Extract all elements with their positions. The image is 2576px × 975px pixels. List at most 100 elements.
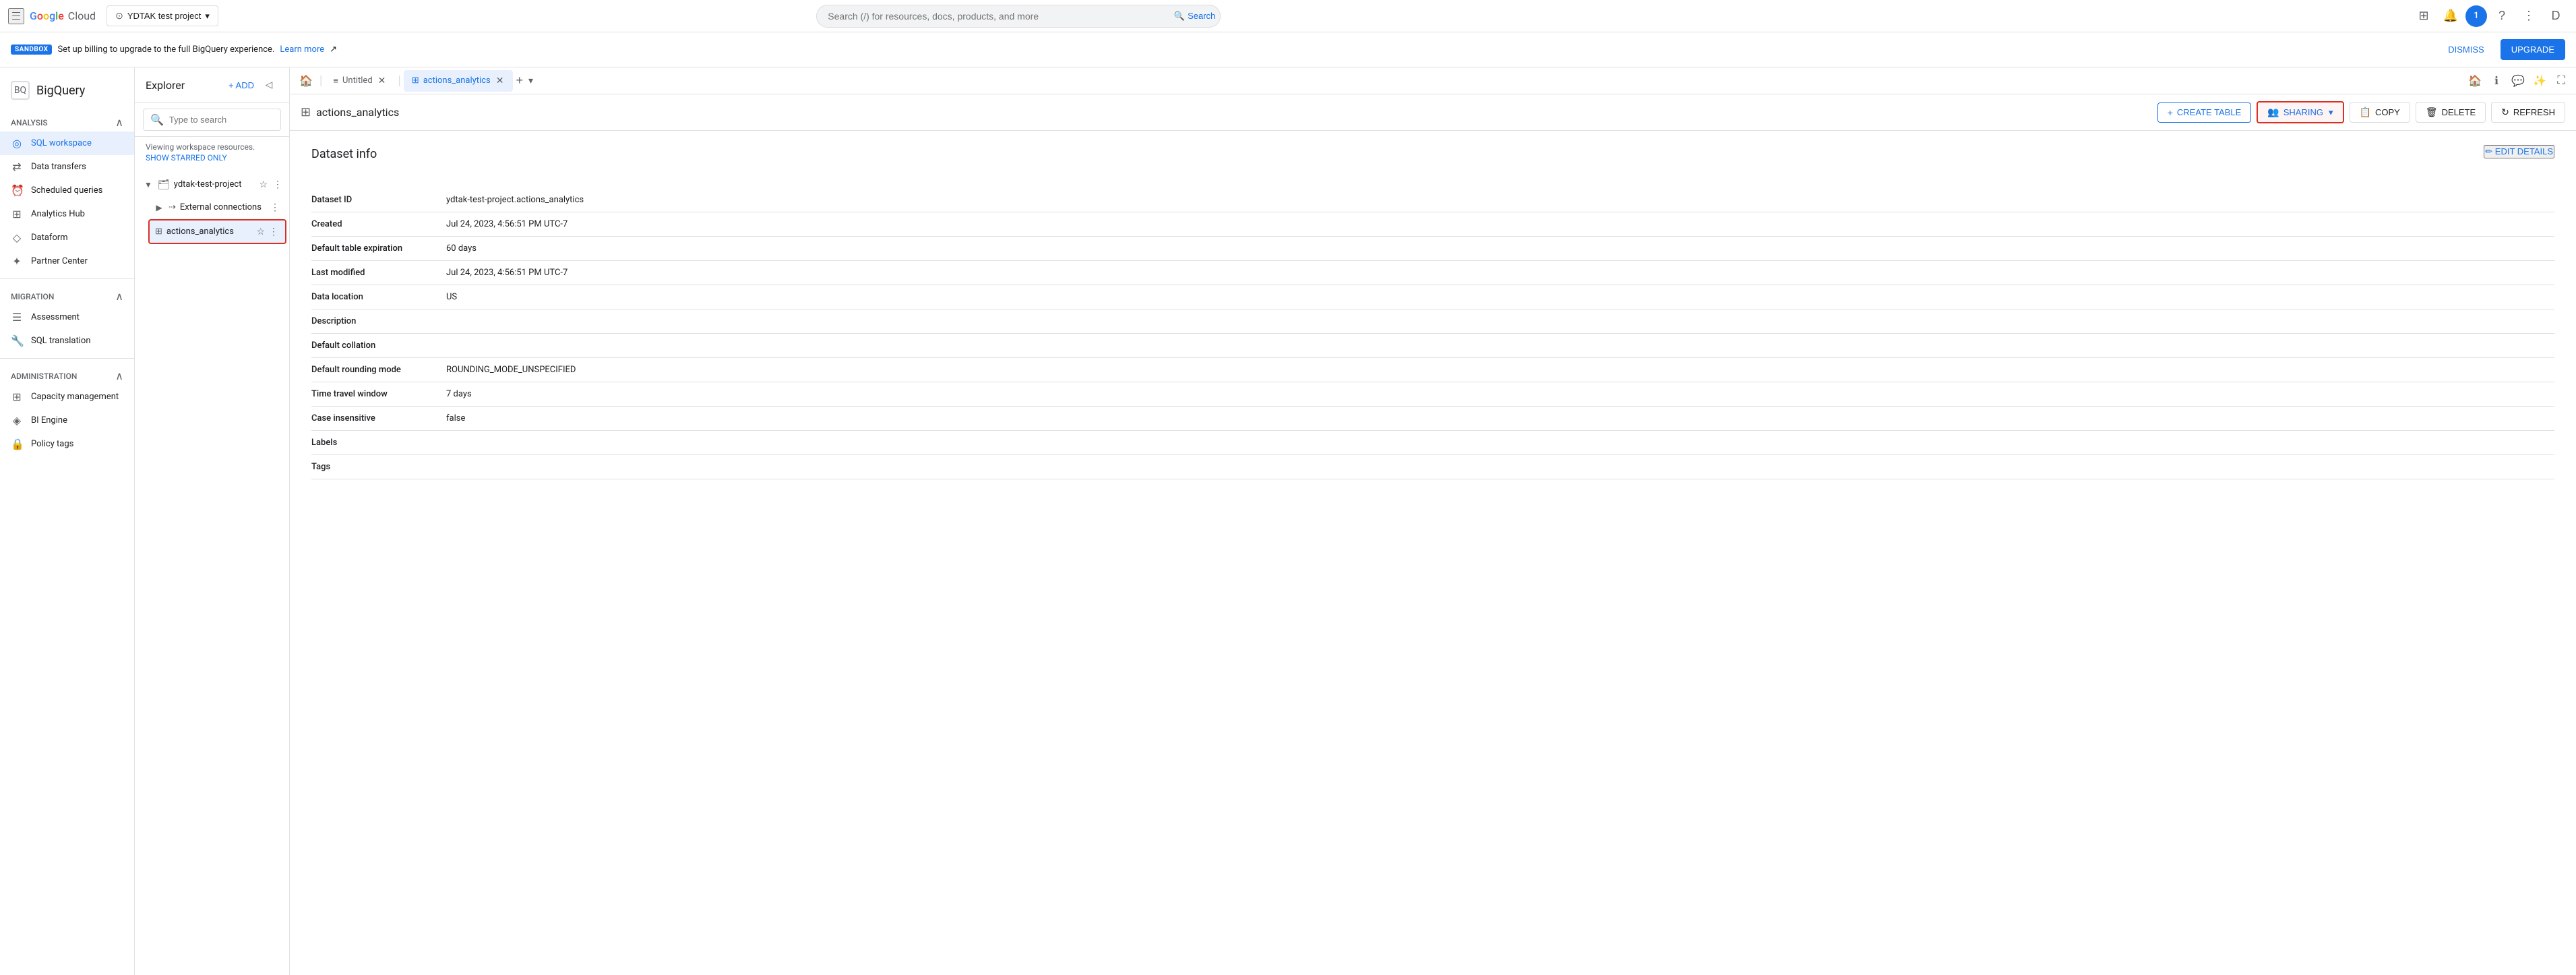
tree-item-external-connections[interactable]: ▶ ⇢ External connections ⋮ [148,196,286,218]
info-field-value [446,455,2554,479]
sidebar-item-analytics-hub[interactable]: ⊞ Analytics Hub [0,202,134,226]
migration-section-header[interactable]: Migration ∧ [0,285,134,305]
tab-home[interactable]: 🏠 [295,70,317,92]
info-field-value: ydtak-test-project.actions_analytics [446,188,2554,212]
bi-engine-icon: ◈ [11,414,23,427]
capacity-management-icon: ⊞ [11,390,23,403]
partner-center-icon: ✦ [11,255,23,268]
refresh-button[interactable]: ↻ REFRESH [2491,102,2565,123]
show-starred-link[interactable]: SHOW STARRED ONLY [146,153,278,162]
dismiss-button[interactable]: DISMISS [2440,40,2492,59]
tab-untitled[interactable]: ≡ Untitled ✕ [325,70,395,92]
sidebar-item-policy-tags[interactable]: 🔒 Policy tags [0,432,134,456]
project-selector[interactable]: ⊙ YDTAK test project ▾ [106,5,218,26]
tree-project-header[interactable]: ▼ 🗂 ydtak-test-project ☆ ⋮ [135,173,289,196]
info-table-row: Case insensitive false [311,407,2554,431]
tab-chat-button[interactable]: 💬 [2509,71,2527,90]
info-field-value [446,334,2554,358]
sidebar-item-partner-center[interactable]: ✦ Partner Center [0,249,134,273]
edit-details-button[interactable]: ✏ EDIT DETAILS [2484,145,2554,158]
dataset-view: ⊞ actions_analytics + CREATE TABLE 👥 SHA… [290,94,2576,975]
sql-translation-icon: 🔧 [11,334,23,347]
sidebar-item-scheduled-queries[interactable]: ⏰ Scheduled queries [0,179,134,202]
sidebar-item-label: SQL translation [31,336,91,346]
tab-info-button[interactable]: ℹ [2487,71,2506,90]
info-table-row: Dataset ID ydtak-test-project.actions_an… [311,188,2554,212]
copy-button[interactable]: 📋 COPY [2350,102,2410,123]
collapse-panel-button[interactable]: ◁ [259,76,278,94]
sharing-button[interactable]: 👥 SHARING ▾ [2257,101,2343,123]
settings-icon[interactable]: D [2544,4,2568,28]
info-field-label: Time travel window [311,382,446,407]
hamburger-menu[interactable] [8,8,24,24]
sidebar-divider-1 [0,278,134,279]
topbar: Google Cloud ⊙ YDTAK test project ▾ 🔍 Se… [0,0,2576,32]
sidebar-item-capacity-management[interactable]: ⊞ Capacity management [0,385,134,409]
info-field-value [446,309,2554,334]
search-button[interactable]: 🔍 Search [1174,11,1215,22]
tab-pin-button[interactable]: 🏠 [2465,71,2484,90]
learn-more-link[interactable]: Learn more [280,45,324,55]
analysis-section-header[interactable]: Analysis ∧ [0,111,134,131]
info-table-row: Default collation [311,334,2554,358]
sidebar-item-dataform[interactable]: ◇ Dataform [0,226,134,249]
tab-dataset-close[interactable]: ✕ [495,74,505,88]
project-name: YDTAK test project [127,11,202,21]
tab-actions-analytics[interactable]: ⊞ actions_analytics ✕ [404,70,514,92]
dataset-info-table: Dataset ID ydtak-test-project.actions_an… [311,188,2554,479]
tree-item-actions: ⋮ [269,200,281,214]
info-table-row: Data location US [311,285,2554,309]
help-icon[interactable]: ? [2490,4,2514,28]
tree-more-button[interactable]: ⋮ [272,177,284,191]
administration-section-header[interactable]: Administration ∧ [0,364,134,385]
sidebar-item-bi-engine[interactable]: ◈ BI Engine [0,409,134,432]
sandbox-actions: DISMISS UPGRADE [2440,39,2565,60]
tab-more-button[interactable]: ▾ [526,72,536,89]
tab-bar: 🏠 | ≡ Untitled ✕ | ⊞ actions_analytics ✕ [290,67,2576,94]
delete-button[interactable]: 🗑 DELETE [2416,102,2486,123]
explorer-search-input-wrapper: 🔍 ? [143,109,281,131]
sidebar-item-label: Analytics Hub [31,209,85,219]
explorer-search-icon: 🔍 [150,113,164,126]
tab-separator-2: | [398,73,400,88]
tree-item-star-button[interactable]: ☆ [255,225,266,239]
search-input[interactable] [816,5,1221,28]
explorer-search-input[interactable] [169,115,288,125]
tree-item-more-button-2[interactable]: ⋮ [268,225,280,239]
info-table-row: Default table expiration 60 days [311,237,2554,261]
info-field-value [446,431,2554,455]
left-sidebar: BQ BigQuery Analysis ∧ ◎ SQL workspace ⇄… [0,67,135,975]
tree-item-more-button[interactable]: ⋮ [269,200,281,214]
tree-star-button[interactable]: ☆ [257,177,269,191]
tab-expand-button[interactable]: ⛶ [2552,71,2571,90]
upgrade-button[interactable]: UPGRADE [2501,39,2565,60]
tree-expand-icon: ▼ [143,180,154,189]
tab-sparkle-button[interactable]: ✨ [2530,71,2549,90]
info-field-label: Tags [311,455,446,479]
info-field-label: Labels [311,431,446,455]
sidebar-item-label: Assessment [31,312,80,322]
scheduled-queries-icon: ⏰ [11,184,23,197]
user-avatar[interactable]: 1 [2465,5,2487,27]
info-table-row: Created Jul 24, 2023, 4:56:51 PM UTC-7 [311,212,2554,237]
tab-add-button[interactable]: + [516,73,523,88]
sidebar-item-data-transfers[interactable]: ⇄ Data transfers [0,155,134,179]
search-icon: 🔍 [1174,11,1185,22]
sidebar-item-assessment[interactable]: ☰ Assessment [0,305,134,329]
create-table-button[interactable]: + CREATE TABLE [2157,102,2252,123]
global-search-bar: 🔍 Search [816,5,1221,28]
main-content: Explorer + ADD ◁ 🔍 ? Viewing workspace r… [135,67,2576,975]
info-field-label: Data location [311,285,446,309]
info-table-row: Default rounding mode ROUNDING_MODE_UNSP… [311,358,2554,382]
more-options-icon[interactable]: ⋮ [2517,4,2541,28]
notifications-icon[interactable]: 🔔 [2439,4,2463,28]
data-transfers-icon: ⇄ [11,160,23,173]
apps-icon[interactable]: ⊞ [2412,4,2436,28]
sidebar-item-sql-translation[interactable]: 🔧 SQL translation [0,329,134,353]
tab-untitled-close[interactable]: ✕ [377,74,388,88]
sidebar-logo: BQ BigQuery [0,73,134,111]
dataset-info-title: Dataset info [311,147,377,161]
explorer-add-button[interactable]: + ADD [228,80,254,90]
sidebar-item-sql-workspace[interactable]: ◎ SQL workspace [0,131,134,155]
tree-item-actions-analytics[interactable]: ⊞ actions_analytics ☆ ⋮ [148,219,286,244]
